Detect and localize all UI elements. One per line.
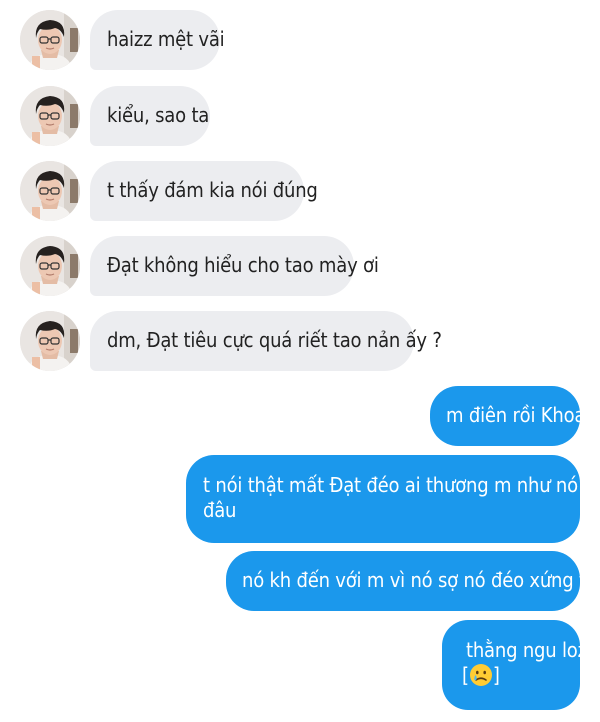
- emoji-line: [ ]: [462, 663, 580, 688]
- message-text-line: thằng ngu loz: [466, 638, 587, 662]
- crying-face-emoji-icon: [469, 663, 493, 687]
- incoming-message-bubble[interactable]: dm, Đạt tiêu cực quá riết tao nản ấy ?: [90, 311, 442, 371]
- outgoing-message-bubble[interactable]: thằng ngu loz [ ]: [442, 620, 587, 710]
- message-text: t thấy đám kia nói đúng: [107, 178, 318, 202]
- outgoing-message-bubble[interactable]: nó kh đến với m vì nó sợ nó đéo xứng thô…: [226, 551, 600, 611]
- sender-avatar[interactable]: [20, 236, 80, 296]
- message-text: kiểu, sao ta: [107, 103, 210, 127]
- sender-avatar[interactable]: [20, 86, 80, 146]
- message-text-line: đâu: [203, 498, 237, 522]
- outgoing-message-bubble[interactable]: m điên rồi Khoa: [430, 386, 585, 446]
- message-text: haizz mệt vãi: [107, 27, 225, 51]
- message-text: nó kh đến với m vì nó sợ nó đéo xứng thô…: [242, 568, 600, 592]
- message-text-line: t nói thật mất Đạt đéo ai thương m như n…: [203, 473, 578, 497]
- bracket-close: ]: [492, 663, 500, 687]
- message-text: dm, Đạt tiêu cực quá riết tao nản ấy ?: [107, 328, 442, 352]
- incoming-message-bubble[interactable]: haizz mệt vãi: [90, 10, 225, 70]
- sender-avatar[interactable]: [20, 311, 80, 371]
- outgoing-message-bubble[interactable]: t nói thật mất Đạt đéo ai thương m như n…: [186, 455, 580, 543]
- chat-thread[interactable]: haizz mệt vãi kiểu, sao ta t thấy đám ki…: [0, 0, 600, 722]
- message-text: Đạt không hiểu cho tao mày ơi: [107, 253, 379, 277]
- bracket-open: [: [462, 663, 469, 687]
- incoming-message-bubble[interactable]: t thấy đám kia nói đúng: [90, 161, 318, 221]
- incoming-message-bubble[interactable]: Đạt không hiểu cho tao mày ơi: [90, 236, 379, 296]
- incoming-message-bubble[interactable]: kiểu, sao ta: [90, 86, 210, 146]
- sender-avatar[interactable]: [20, 161, 80, 221]
- message-text: m điên rồi Khoa: [446, 403, 586, 427]
- sender-avatar[interactable]: [20, 10, 80, 70]
